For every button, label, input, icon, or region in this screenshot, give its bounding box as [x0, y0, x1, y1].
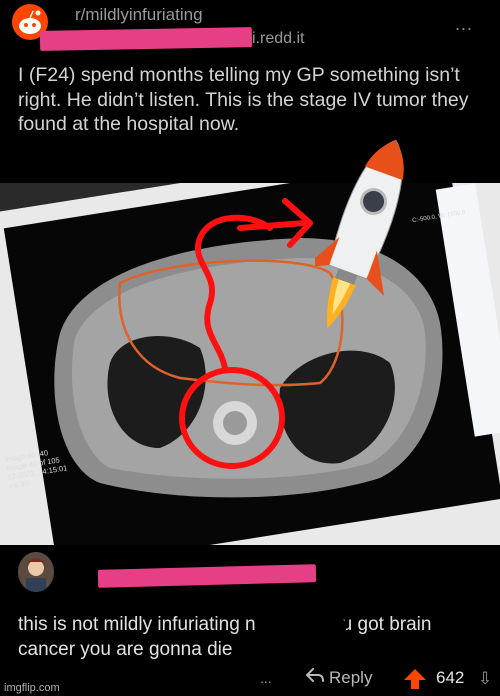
commenter-avatar[interactable]	[18, 552, 54, 592]
post-more-button[interactable]: ...	[455, 14, 473, 35]
reply-icon	[305, 667, 325, 688]
comment-score: 642	[436, 668, 465, 687]
post-image[interactable]	[0, 183, 500, 545]
downvote-icon[interactable]: ⇩	[478, 669, 492, 689]
ct-scan-image	[54, 198, 443, 498]
upvote-icon[interactable]	[403, 668, 427, 690]
comment-text[interactable]: this is not mildly infuriating n you got …	[18, 612, 488, 662]
censor-blot	[284, 617, 346, 639]
username-redaction	[39, 27, 253, 51]
avatar-illustration	[18, 552, 54, 592]
rocket-icon	[315, 139, 404, 329]
post-title[interactable]: I (F24) spend months telling my GP somet…	[18, 63, 488, 137]
post-domain[interactable]: i.redd.it	[252, 30, 304, 48]
reply-label: Reply	[329, 668, 373, 687]
comment-more-button[interactable]: ...	[260, 670, 272, 686]
reply-button[interactable]: Reply	[305, 667, 372, 688]
subreddit-name[interactable]: r/mildlyinfuriating	[75, 5, 203, 25]
comment-text-start: this is not mildly infuriating n	[18, 614, 256, 635]
imgflip-watermark: imgflip.com	[4, 682, 60, 694]
commenter-redaction	[97, 564, 317, 588]
